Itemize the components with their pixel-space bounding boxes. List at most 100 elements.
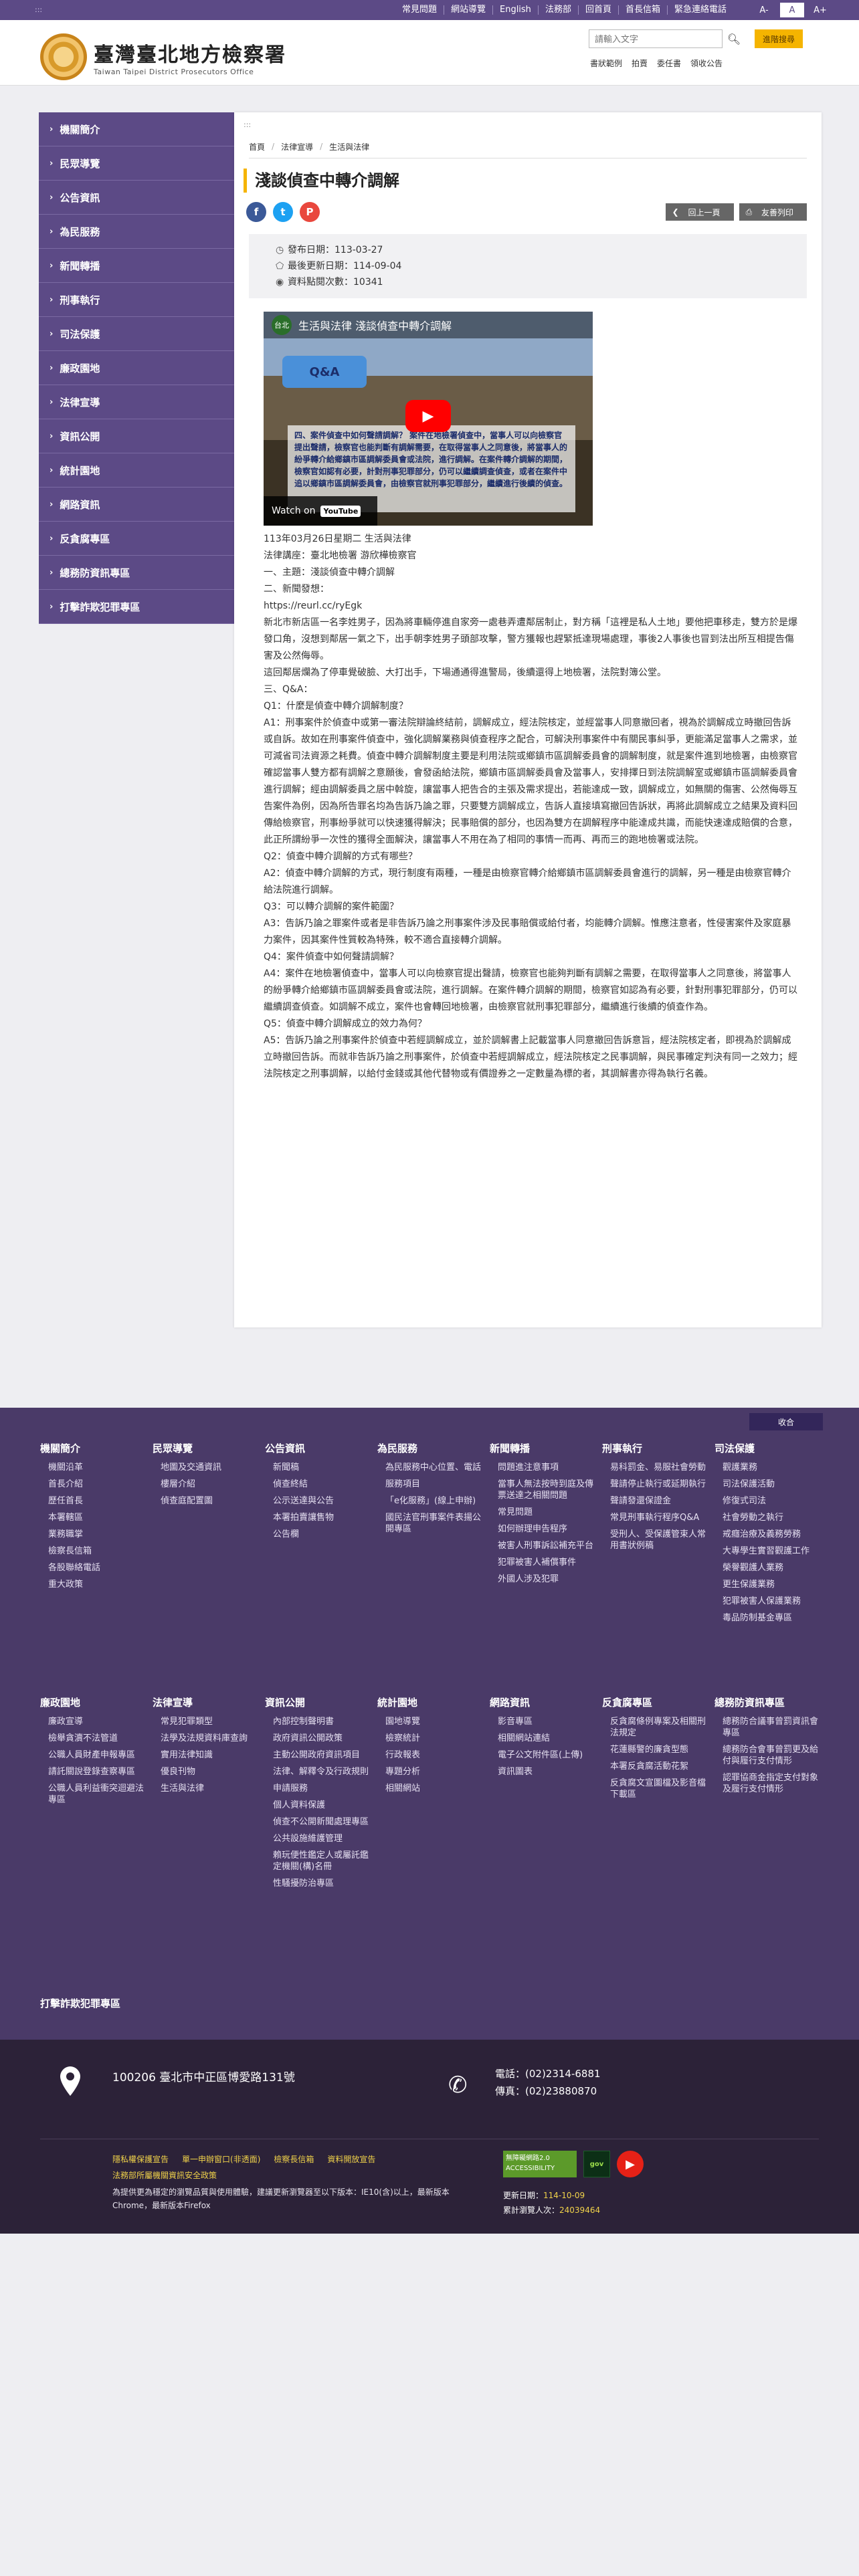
footer-link[interactable]: 偵查不公開新聞處理專區: [265, 1816, 372, 1828]
footer-link[interactable]: 行政報表: [377, 1749, 484, 1761]
sidebar-item[interactable]: › 民眾導覽: [39, 146, 234, 181]
footer-link[interactable]: 法律、解釋令及行政規則: [265, 1766, 372, 1778]
footer-column-title[interactable]: 反貪腐專區: [602, 1695, 709, 1709]
footer-link[interactable]: 問題進注意事項: [490, 1462, 597, 1473]
footer-link[interactable]: 大專學生實習觀護工作: [714, 1545, 822, 1557]
footer-link[interactable]: 犯罪被害人保護業務: [714, 1596, 822, 1607]
footer-link[interactable]: 觀護業務: [714, 1462, 822, 1473]
footer-link[interactable]: 首長介紹: [40, 1479, 147, 1490]
footer-column-title[interactable]: 司法保護: [714, 1441, 822, 1455]
security-policy-link[interactable]: 法務部所屬機關資訊安全政策: [112, 2169, 217, 2181]
sidebar-item[interactable]: › 公告資訊: [39, 181, 234, 215]
footer-link[interactable]: 反貪腐文宣圖檔及影音檔下載區: [602, 1778, 709, 1800]
footer-link[interactable]: 賴玩便性鑑定人或屬託鑑定機關(構)名冊: [265, 1850, 372, 1872]
footer-link[interactable]: 受刑人、受保護管束人常用書狀例稿: [602, 1529, 709, 1551]
footer-column-title[interactable]: 機關簡介: [40, 1441, 147, 1455]
sidebar-item[interactable]: › 打擊詐欺犯罪專區: [39, 590, 234, 624]
footer-link[interactable]: 聲請停止執行或延期執行: [602, 1479, 709, 1490]
footer-link[interactable]: 生活與法律: [153, 1783, 260, 1794]
hot-keyword[interactable]: 委任書: [657, 58, 681, 69]
sidebar-item[interactable]: › 資訊公開: [39, 419, 234, 453]
footer-link[interactable]: 政府資訊公開政策: [265, 1733, 372, 1744]
footer-column-title[interactable]: 刑事執行: [602, 1441, 709, 1455]
site-logo[interactable]: 臺灣臺北地方檢察署 Taiwan Taipei District Prosecu…: [40, 33, 286, 80]
policy-link[interactable]: 資料開放宣告: [327, 2153, 375, 2165]
font-large-button[interactable]: A+: [808, 3, 832, 17]
top-link-moj[interactable]: 法務部: [539, 5, 579, 15]
footer-link[interactable]: 外國人涉及犯罪: [490, 1574, 597, 1585]
footer-link[interactable]: 易科罰金、易服社會勞動: [602, 1462, 709, 1473]
footer-link[interactable]: 聲請發還保證金: [602, 1495, 709, 1507]
breadcrumb-item[interactable]: 法律宣導: [281, 141, 313, 152]
hot-keyword[interactable]: 書狀範例: [590, 58, 622, 69]
footer-link[interactable]: 花蓮縣警的廉貪型態: [602, 1744, 709, 1755]
footer-link[interactable]: 申請服務: [265, 1783, 372, 1794]
footer-link[interactable]: 犯罪被害人補償事件: [490, 1557, 597, 1568]
play-icon[interactable]: ▶: [405, 400, 451, 432]
watch-on-youtube[interactable]: Watch on YouTube: [264, 496, 377, 526]
footer-link[interactable]: 偵查終結: [265, 1479, 372, 1490]
footer-link[interactable]: 服務項目: [377, 1479, 484, 1490]
sidebar-item[interactable]: › 法律宣導: [39, 385, 234, 419]
font-medium-button[interactable]: A: [780, 3, 804, 17]
gov-badge[interactable]: gov: [583, 2151, 610, 2177]
footer-link[interactable]: 性騷擾防治專區: [265, 1878, 372, 1889]
footer-link[interactable]: 地圖及交通資訊: [153, 1462, 260, 1473]
footer-link[interactable]: 「e化服務」(線上申辦): [377, 1495, 484, 1507]
footer-link[interactable]: 常見犯罪類型: [153, 1716, 260, 1727]
footer-link[interactable]: 檢察長信箱: [40, 1545, 147, 1557]
footer-link[interactable]: 業務職掌: [40, 1529, 147, 1540]
footer-link[interactable]: 為民服務中心位置、電話: [377, 1462, 484, 1473]
footer-link[interactable]: 國民法官刑事案件表揚公開專區: [377, 1512, 484, 1535]
collapse-button[interactable]: 收合: [749, 1413, 823, 1430]
footer-link[interactable]: 專題分析: [377, 1766, 484, 1778]
footer-link[interactable]: 本署反貪腐活動花絮: [602, 1761, 709, 1772]
footer-link[interactable]: 本署轄區: [40, 1512, 147, 1523]
footer-link[interactable]: 戒癮治療及義務勞務: [714, 1529, 822, 1540]
footer-link[interactable]: 認罪協商金指定支付對象及履行支付情形: [714, 1772, 822, 1795]
footer-column-title[interactable]: 統計園地: [377, 1695, 484, 1709]
sidebar-item[interactable]: › 為民服務: [39, 215, 234, 249]
accesskey-marker[interactable]: :::: [35, 5, 42, 14]
footer-link[interactable]: 反貪腐條例專案及相關刑法規定: [602, 1716, 709, 1739]
breadcrumb-item[interactable]: 首頁: [249, 141, 265, 152]
footer-link[interactable]: 法學及法規資料庫查詢: [153, 1733, 260, 1744]
footer-link[interactable]: 更生保護業務: [714, 1579, 822, 1590]
footer-link[interactable]: 司法保護活動: [714, 1479, 822, 1490]
footer-link[interactable]: 總務防合議事曾罰資訊會專區: [714, 1716, 822, 1739]
footer-link[interactable]: 資訊圖表: [490, 1766, 597, 1778]
footer-column-title[interactable]: 為民服務: [377, 1441, 484, 1455]
news-link[interactable]: https://reurl.cc/ryEgk: [264, 598, 799, 615]
hot-keyword[interactable]: 領收公告: [690, 58, 723, 69]
print-button[interactable]: ⎙ 友善列印: [739, 203, 807, 221]
youtube-icon[interactable]: ▶: [617, 2151, 644, 2177]
sidebar-item[interactable]: › 司法保護: [39, 317, 234, 351]
footer-link[interactable]: 公共設施維護管理: [265, 1833, 372, 1844]
sidebar-item[interactable]: › 機關簡介: [39, 112, 234, 146]
footer-link[interactable]: 內部控制聲明書: [265, 1716, 372, 1727]
footer-link[interactable]: 常見刑事執行程序Q&A: [602, 1512, 709, 1523]
footer-link[interactable]: 毒品防制基金專區: [714, 1612, 822, 1624]
footer-column-title[interactable]: 資訊公開: [265, 1695, 372, 1709]
youtube-video-embed[interactable]: 台北 生活與法律 淺談偵查中轉介調解 Q&A 四、案件偵查中如何聲請調解？ 案件…: [264, 312, 593, 526]
footer-link[interactable]: 相關網站連結: [490, 1733, 597, 1744]
sidebar-item[interactable]: › 反貪腐專區: [39, 522, 234, 556]
footer-column-title[interactable]: 新聞轉播: [490, 1441, 597, 1455]
footer-link[interactable]: 相關網站: [377, 1783, 484, 1794]
footer-link[interactable]: 被害人刑事訴訟補充平台: [490, 1540, 597, 1551]
accesskey-marker[interactable]: :::: [244, 120, 251, 129]
footer-link[interactable]: 公示送達與公告: [265, 1495, 372, 1507]
footer-link[interactable]: 各股聯絡電話: [40, 1562, 147, 1574]
top-link-mailbox[interactable]: 首長信箱: [619, 5, 668, 15]
footer-link[interactable]: 當事人無法按時到庭及傳票送達之相關問題: [490, 1479, 597, 1501]
footer-link[interactable]: 榮譽觀護人業務: [714, 1562, 822, 1574]
footer-link[interactable]: 主動公開政府資訊項目: [265, 1749, 372, 1761]
footer-link[interactable]: 公職人員利益衝突迴避法專區: [40, 1783, 147, 1806]
footer-link[interactable]: 請託關說登錄查察專區: [40, 1766, 147, 1778]
back-button[interactable]: ❮ 回上一頁: [665, 203, 734, 221]
footer-link[interactable]: 歷任首長: [40, 1495, 147, 1507]
video-title[interactable]: 生活與法律 淺談偵查中轉介調解: [298, 317, 452, 333]
footer-link[interactable]: 影音專區: [490, 1716, 597, 1727]
search-input[interactable]: [589, 29, 723, 48]
footer-column-title[interactable]: 總務防資訊專區: [714, 1695, 822, 1709]
